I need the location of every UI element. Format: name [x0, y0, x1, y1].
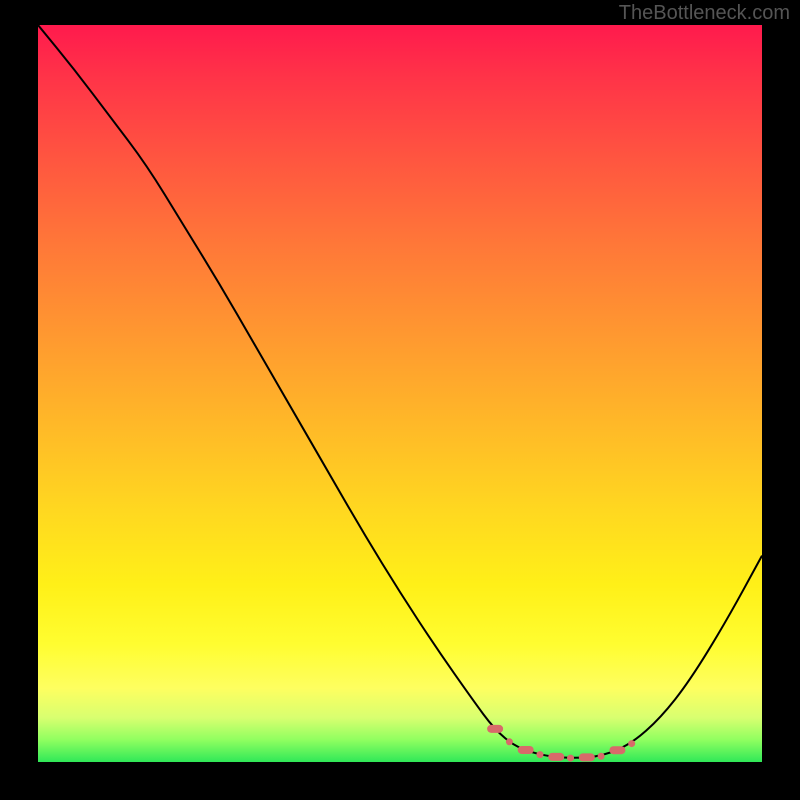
bottleneck-curve-svg	[38, 25, 762, 762]
curve-path	[38, 25, 762, 758]
watermark-text: TheBottleneck.com	[619, 2, 790, 25]
marker-group	[487, 725, 635, 762]
chart-plot-area	[38, 25, 762, 762]
